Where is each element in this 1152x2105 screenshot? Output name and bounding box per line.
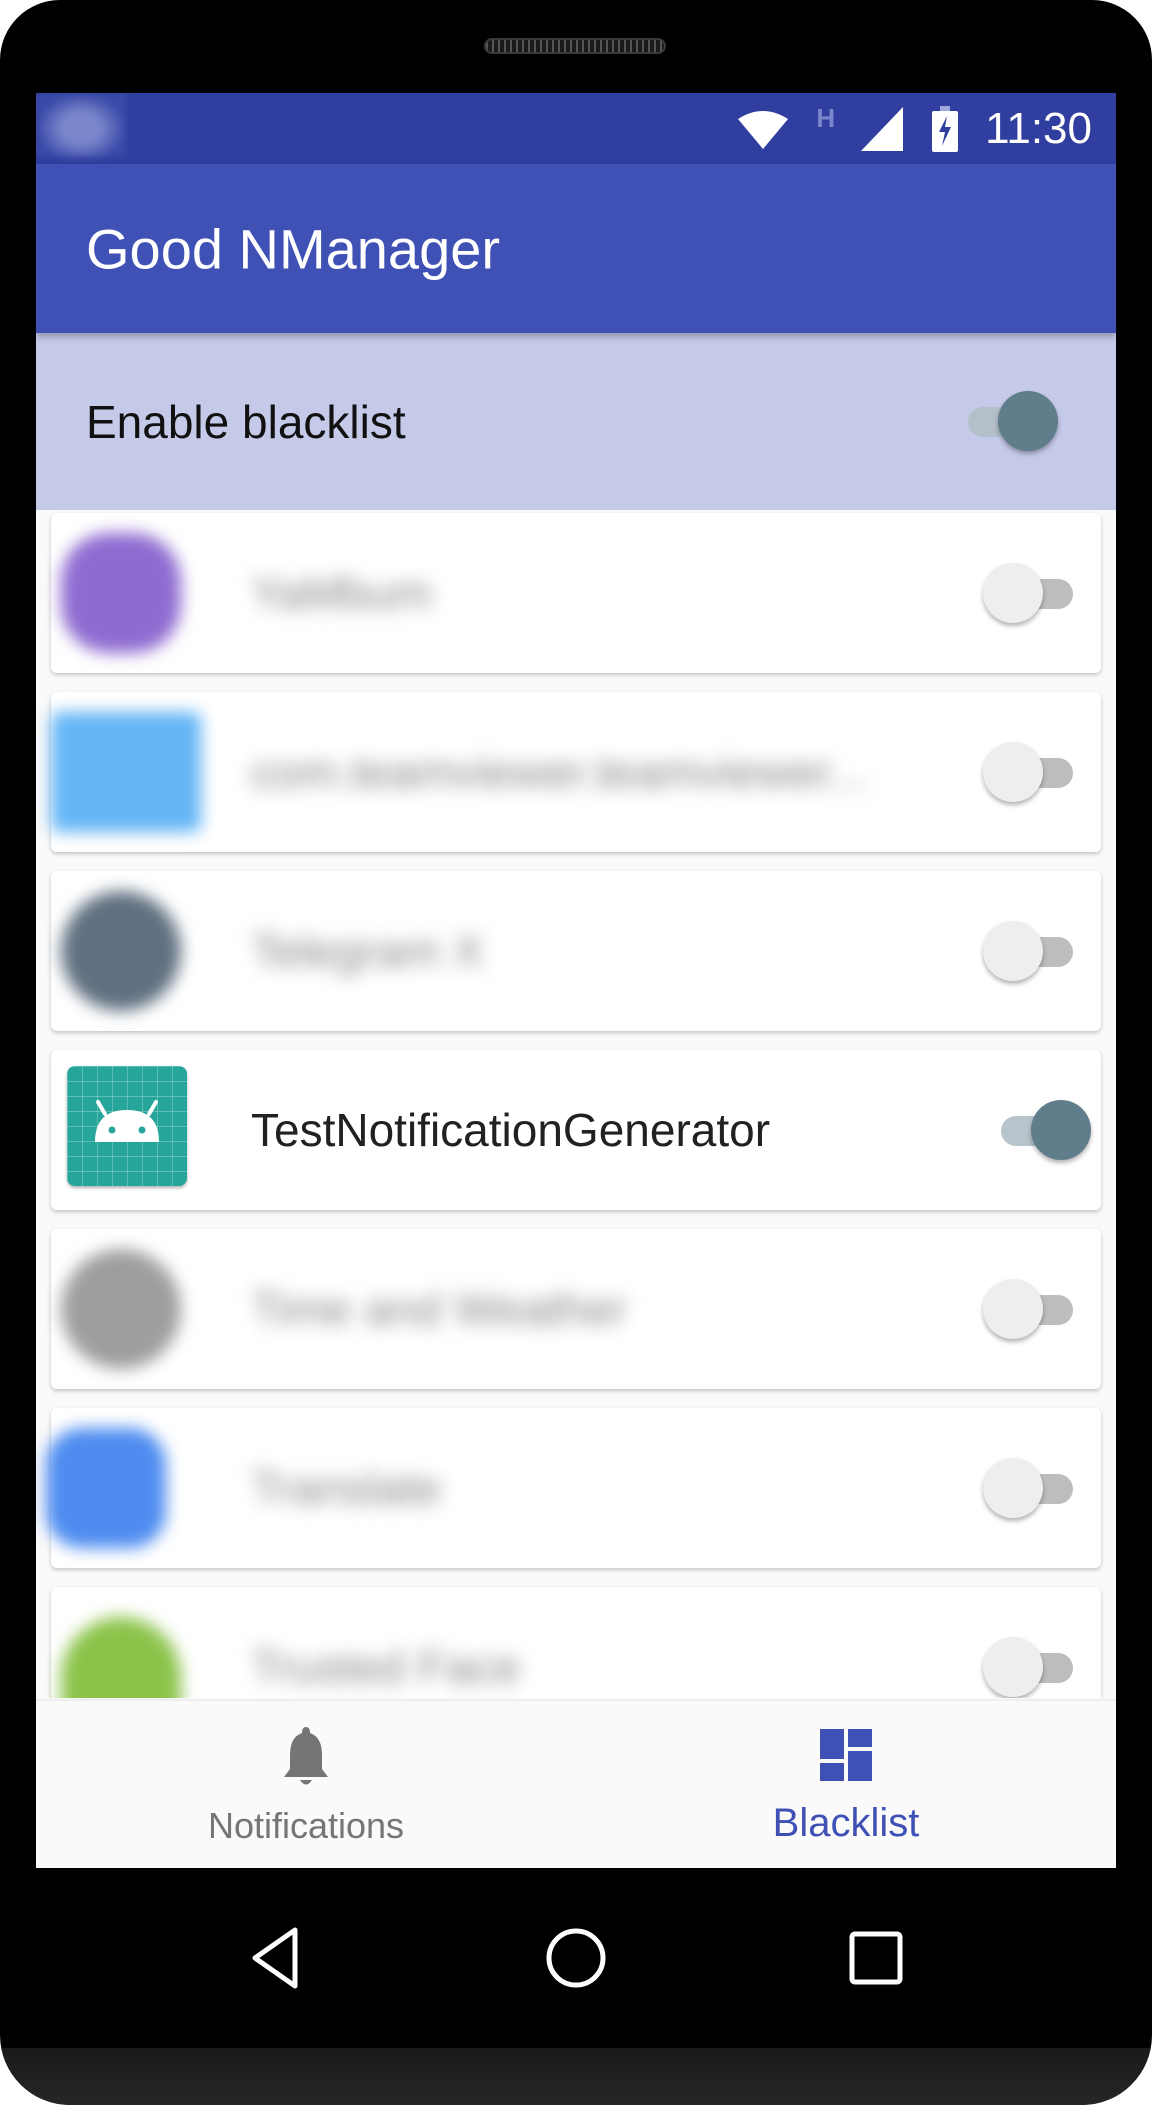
app-blacklist-switch[interactable] xyxy=(983,1277,1079,1341)
app-blacklist-switch[interactable] xyxy=(983,1635,1079,1698)
app-icon xyxy=(61,891,181,1011)
network-type-label: H xyxy=(816,103,836,133)
app-icon xyxy=(61,533,181,653)
app-name: com.teamviewer.teamviewer... xyxy=(251,746,868,798)
app-bar: Good NManager xyxy=(36,164,1116,333)
device-frame: H 11:30 Good NManager Enable blacklist Y… xyxy=(0,0,1152,2105)
app-list-item[interactable]: YaMbum xyxy=(51,513,1101,673)
back-icon xyxy=(252,1927,298,1989)
bell-icon xyxy=(284,1727,328,1785)
back-button[interactable] xyxy=(232,1913,322,2003)
recents-button[interactable] xyxy=(831,1913,921,2003)
app-blacklist-switch[interactable] xyxy=(983,561,1079,625)
switch-thumb xyxy=(983,1279,1043,1339)
app-screen: H 11:30 Good NManager Enable blacklist Y… xyxy=(36,93,1116,1868)
home-icon xyxy=(546,1928,606,1988)
app-name: Time and Weather xyxy=(251,1283,627,1335)
cell-signal-icon xyxy=(861,106,904,151)
app-list-item[interactable]: TestNotificationGenerator xyxy=(51,1050,1101,1210)
notification-blurred-icon xyxy=(36,93,126,157)
app-name: TestNotificationGenerator xyxy=(251,1104,771,1156)
device-bottom-bezel xyxy=(0,2048,1152,2105)
app-title: Good NManager xyxy=(86,217,501,280)
status-time: 11:30 xyxy=(985,103,1092,153)
app-icon xyxy=(51,712,201,832)
app-icon xyxy=(61,1617,181,1698)
app-name: Translate xyxy=(251,1462,442,1514)
switch-thumb xyxy=(1031,1100,1091,1160)
enable-blacklist-row[interactable]: Enable blacklist xyxy=(36,333,1116,510)
app-list-item[interactable]: Time and Weather xyxy=(51,1229,1101,1389)
app-list-item[interactable]: com.teamviewer.teamviewer... xyxy=(51,692,1101,852)
nav-label: Blacklist xyxy=(772,1801,920,1845)
app-blacklist-switch[interactable] xyxy=(983,919,1079,983)
dashboard-icon xyxy=(820,1729,872,1781)
switch-thumb xyxy=(983,563,1043,623)
nav-label: Notifications xyxy=(207,1805,405,1846)
switch-thumb xyxy=(983,1637,1043,1697)
app-name: Telegram X xyxy=(251,925,484,977)
android-app-icon xyxy=(67,1066,187,1186)
battery-charging-icon xyxy=(932,105,959,152)
switch-thumb xyxy=(983,1458,1043,1518)
app-list-item[interactable]: Translate xyxy=(46,1408,1101,1568)
nav-tab-blacklist[interactable]: Blacklist xyxy=(576,1701,1116,1868)
app-blacklist-switch[interactable] xyxy=(995,1098,1091,1162)
app-name: YaMbum xyxy=(251,567,432,619)
bottom-navigation: Notifications Blacklist xyxy=(36,1699,1116,1868)
recents-icon xyxy=(849,1931,903,1985)
app-list-item[interactable]: Telegram X xyxy=(51,871,1101,1031)
enable-blacklist-switch[interactable] xyxy=(962,389,1058,453)
wifi-icon xyxy=(738,110,789,149)
app-blacklist-switch[interactable] xyxy=(983,1456,1079,1520)
app-blacklist-switch[interactable] xyxy=(983,740,1079,804)
home-button[interactable] xyxy=(531,1913,621,2003)
switch-thumb xyxy=(983,742,1043,802)
app-list[interactable]: YaMbum com.teamviewer.teamviewer... Tele… xyxy=(36,510,1116,1698)
nav-tab-notifications[interactable]: Notifications xyxy=(36,1701,576,1868)
app-icon xyxy=(61,1249,181,1369)
status-bar: H 11:30 xyxy=(36,93,1116,164)
app-icon xyxy=(46,1428,166,1548)
switch-thumb xyxy=(983,921,1043,981)
system-navigation-bar xyxy=(0,1868,1152,2048)
switch-thumb xyxy=(998,391,1058,451)
earpiece-speaker xyxy=(484,38,666,54)
app-name: Trusted Face xyxy=(251,1641,521,1693)
app-list-item[interactable]: Trusted Face xyxy=(51,1587,1101,1698)
enable-blacklist-label: Enable blacklist xyxy=(86,395,406,448)
